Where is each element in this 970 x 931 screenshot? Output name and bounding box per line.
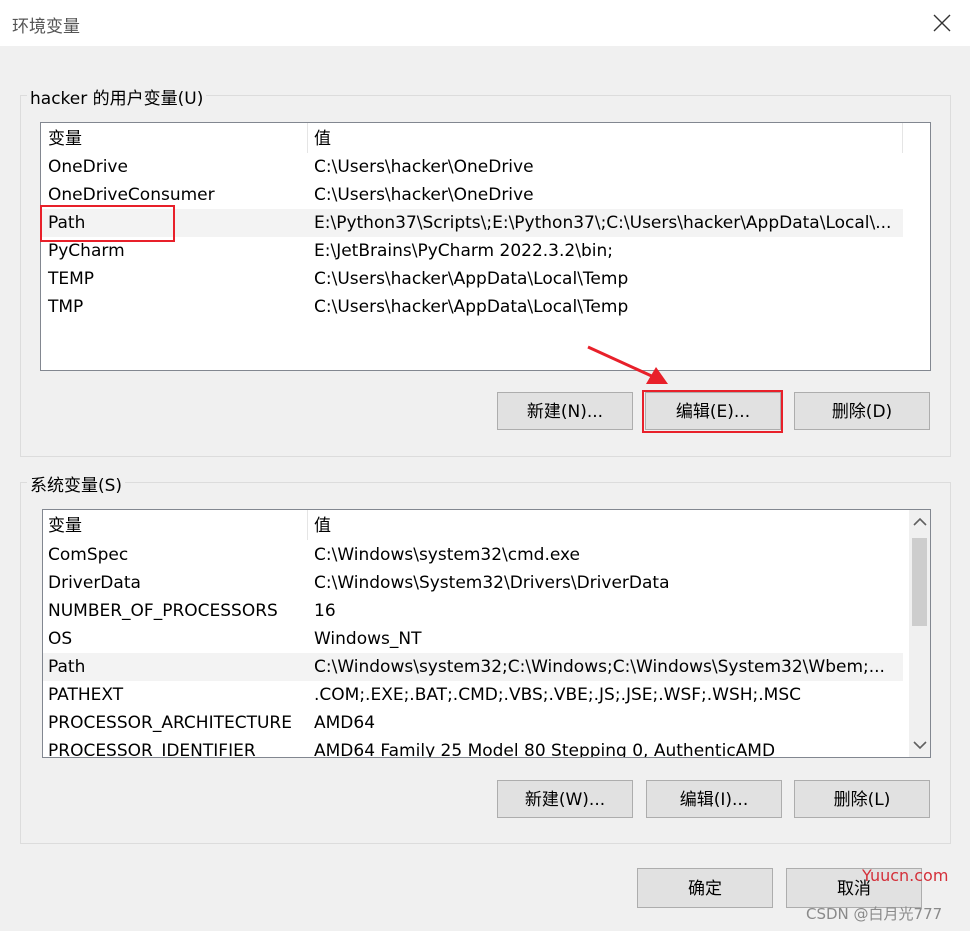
list-header[interactable]: 变量 值 (41, 125, 930, 153)
sys-vars-group-label: 系统变量(S) (27, 471, 126, 496)
user-delete-button[interactable]: 删除(D) (794, 392, 930, 430)
row-name: OneDrive (48, 157, 128, 177)
row-value: E:\JetBrains\PyCharm 2022.3.2\bin; (314, 241, 613, 261)
close-button[interactable] (930, 11, 954, 35)
chevron-down-icon (912, 741, 927, 750)
row-value: C:\Windows\System32\Drivers\DriverData (314, 573, 670, 593)
title-bar: 环境变量 (0, 0, 970, 46)
row-value: E:\Python37\Scripts\;E:\Python37\;C:\Use… (314, 213, 892, 233)
row-name: PATHEXT (48, 685, 124, 705)
edit-highlight-box (642, 390, 783, 433)
table-row[interactable]: PROCESSOR_ARCHITECTURE AMD64 (43, 709, 903, 737)
chevron-up-icon (912, 517, 927, 526)
table-row[interactable]: ComSpec C:\Windows\system32\cmd.exe (43, 541, 903, 569)
row-value: C:\Users\hacker\OneDrive (314, 185, 534, 205)
close-icon (933, 14, 951, 32)
column-divider[interactable] (307, 123, 308, 153)
row-value: C:\Windows\system32;C:\Windows;C:\Window… (314, 657, 885, 677)
table-row-selected[interactable]: Path C:\Windows\system32;C:\Windows;C:\W… (43, 653, 903, 681)
row-value: Windows_NT (314, 629, 422, 649)
row-value: C:\Users\hacker\OneDrive (314, 157, 534, 177)
scroll-up-button[interactable] (909, 510, 930, 534)
table-row[interactable]: OS Windows_NT (43, 625, 903, 653)
row-value: C:\Users\hacker\AppData\Local\Temp (314, 297, 629, 317)
table-row[interactable]: OneDrive C:\Users\hacker\OneDrive (41, 153, 903, 181)
row-value: C:\Users\hacker\AppData\Local\Temp (314, 269, 629, 289)
row-value: C:\Windows\system32\cmd.exe (314, 545, 581, 565)
table-row[interactable]: TEMP C:\Users\hacker\AppData\Local\Temp (41, 265, 903, 293)
row-value: AMD64 (314, 713, 376, 733)
row-name: PROCESSOR_IDENTIFIER (48, 741, 256, 758)
row-name: Path (48, 657, 86, 677)
scroll-down-button[interactable] (909, 733, 930, 757)
column-divider[interactable] (307, 510, 308, 540)
column-header-value[interactable]: 值 (314, 125, 331, 153)
user-vars-list[interactable]: 变量 值 OneDrive C:\Users\hacker\OneDrive O… (40, 122, 931, 371)
column-header-variable[interactable]: 变量 (48, 125, 82, 153)
column-header-value[interactable]: 值 (314, 512, 331, 540)
vertical-scrollbar[interactable] (909, 510, 930, 757)
list-header[interactable]: 变量 值 (43, 512, 903, 540)
scroll-thumb[interactable] (912, 538, 927, 626)
table-row[interactable]: PROCESSOR_IDENTIFIER AMD64 Family 25 Mod… (43, 737, 903, 758)
sys-edit-button[interactable]: 编辑(I)... (646, 780, 782, 818)
window-title: 环境变量 (12, 17, 80, 37)
row-name: NUMBER_OF_PROCESSORS (48, 601, 278, 621)
row-value: AMD64 Family 25 Model 80 Stepping 0, Aut… (314, 741, 776, 758)
row-name: DriverData (48, 573, 141, 593)
row-name: PROCESSOR_ARCHITECTURE (48, 713, 292, 733)
table-row[interactable]: PATHEXT .COM;.EXE;.BAT;.CMD;.VBS;.VBE;.J… (43, 681, 903, 709)
sys-new-button[interactable]: 新建(W)... (497, 780, 633, 818)
row-value: .COM;.EXE;.BAT;.CMD;.VBS;.VBE;.JS;.JSE;.… (314, 685, 802, 705)
user-new-button[interactable]: 新建(N)... (497, 392, 633, 430)
row-value: 16 (314, 601, 336, 621)
watermark-credit: CSDN @白月光777 (806, 905, 943, 923)
row-name: TMP (48, 297, 84, 317)
arrow-icon (587, 345, 668, 384)
sys-vars-list[interactable]: 变量 值 ComSpec C:\Windows\system32\cmd.exe… (42, 509, 931, 758)
table-row[interactable]: DriverData C:\Windows\System32\Drivers\D… (43, 569, 903, 597)
row-name: OS (48, 629, 73, 649)
table-row[interactable]: NUMBER_OF_PROCESSORS 16 (43, 597, 903, 625)
row-name: ComSpec (48, 545, 129, 565)
table-row[interactable]: TMP C:\Users\hacker\AppData\Local\Temp (41, 293, 903, 321)
user-vars-group-label: hacker 的用户变量(U) (27, 84, 207, 109)
row-name: TEMP (48, 269, 95, 289)
sys-delete-button[interactable]: 删除(L) (794, 780, 930, 818)
column-header-variable[interactable]: 变量 (48, 512, 82, 540)
path-highlight-box (40, 205, 175, 242)
column-divider[interactable] (902, 123, 903, 153)
ok-button[interactable]: 确定 (637, 868, 773, 908)
watermark-site: Yuucn.com (862, 866, 949, 885)
